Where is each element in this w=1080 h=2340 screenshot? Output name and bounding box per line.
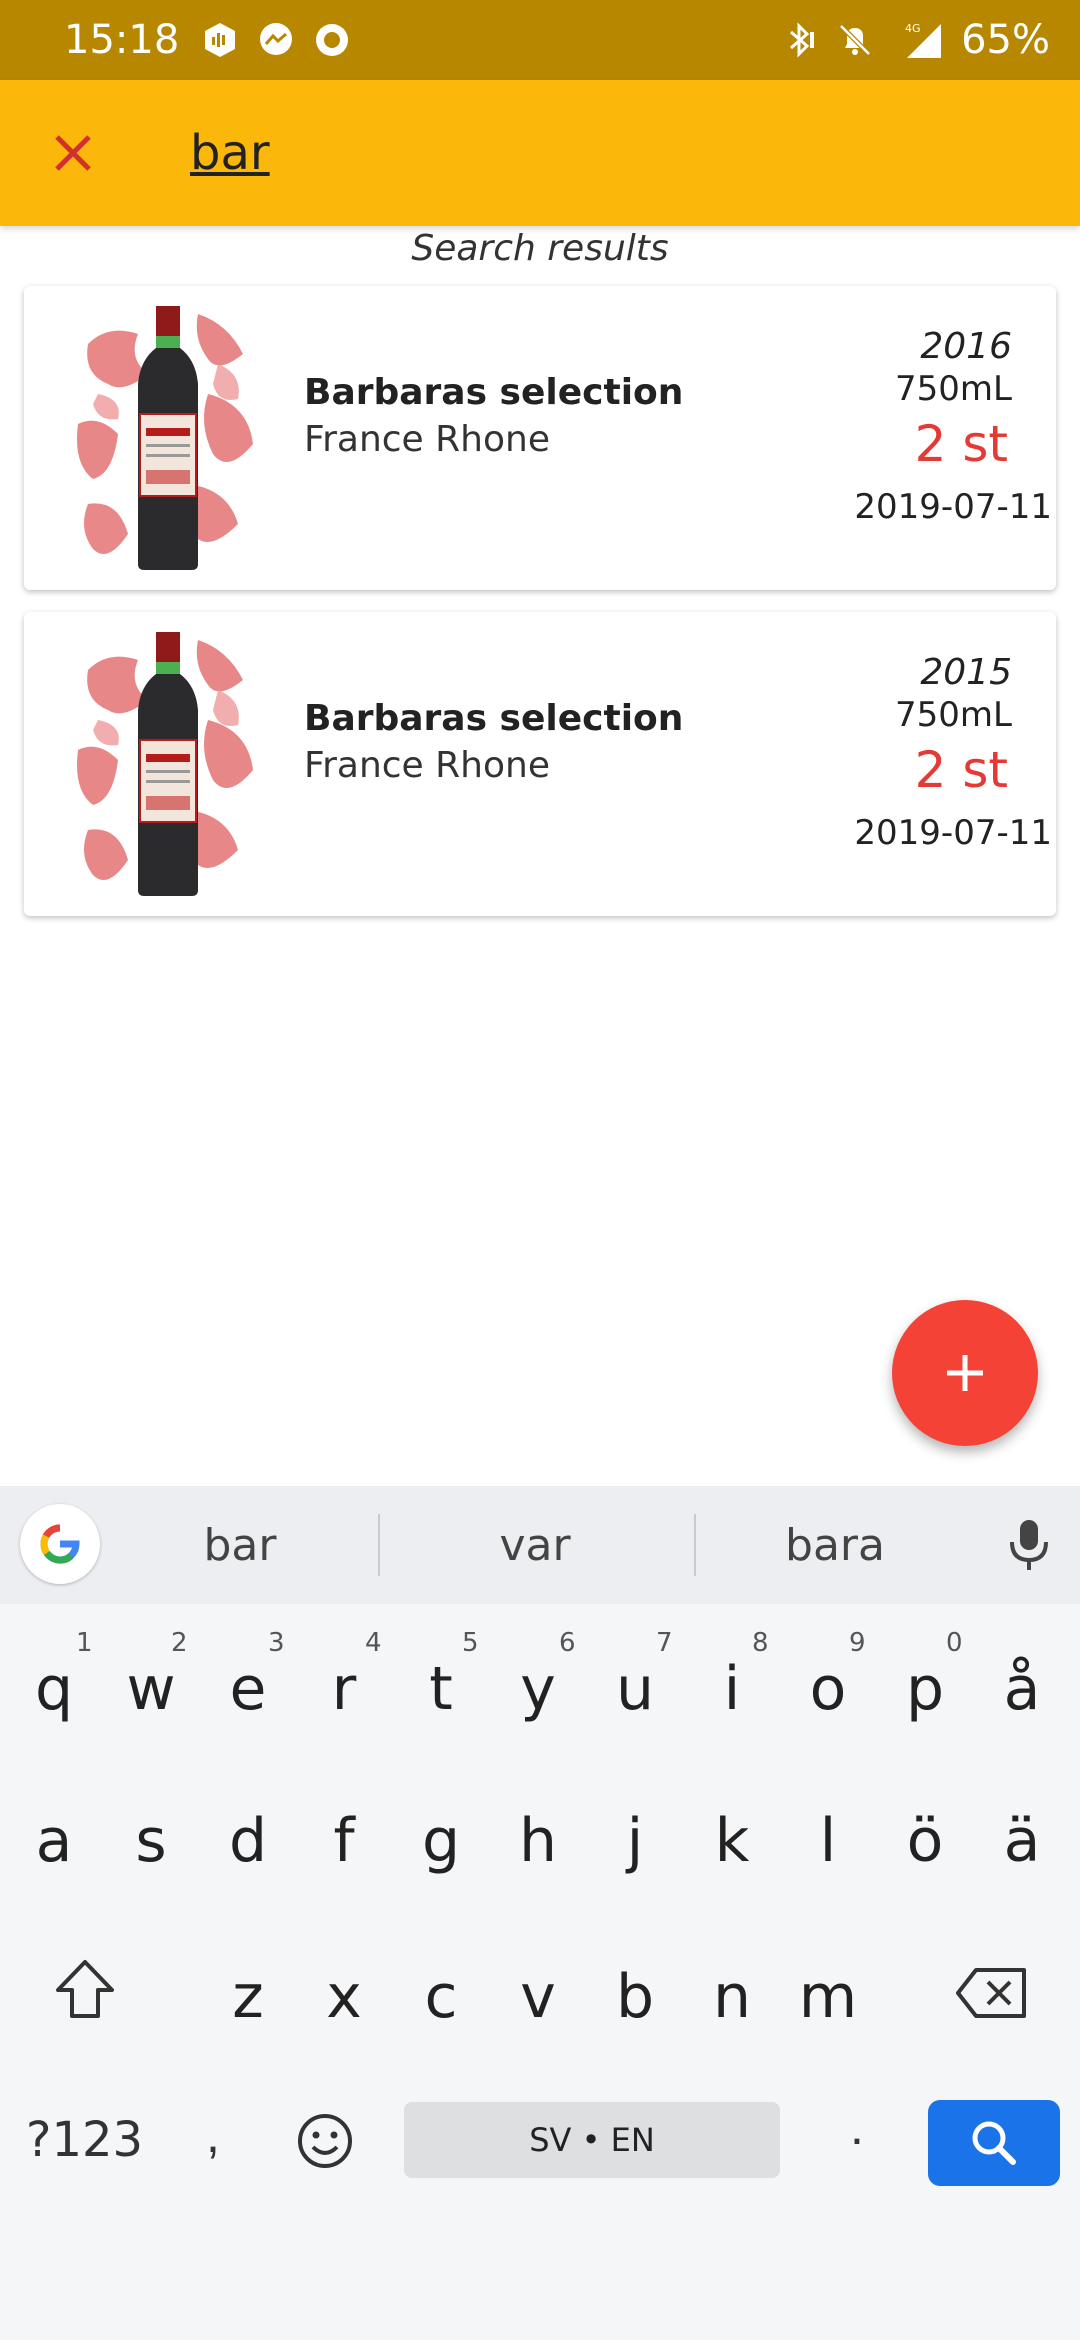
key-r[interactable]: r xyxy=(296,1654,392,1724)
wine-volume: 750mL xyxy=(895,369,1012,409)
wine-date: 2019-07-11 xyxy=(854,487,1052,527)
key-e[interactable]: e xyxy=(200,1654,296,1724)
key-hint: 6 xyxy=(559,1628,576,1658)
key-p[interactable]: p xyxy=(877,1654,973,1724)
period-key[interactable]: . xyxy=(850,2098,864,2156)
key-z[interactable]: z xyxy=(200,1962,296,2032)
key-å[interactable]: å xyxy=(974,1654,1070,1724)
wine-year: 2015 xyxy=(920,652,1012,693)
wine-name: Barbaras selection xyxy=(304,372,684,413)
suggestion-2[interactable]: var xyxy=(430,1486,640,1604)
key-t[interactable]: t xyxy=(393,1654,489,1724)
wine-volume: 750mL xyxy=(895,695,1012,735)
suggestion-bar: bar var bara xyxy=(0,1486,1080,1604)
suggestion-1[interactable]: bar xyxy=(130,1486,350,1604)
google-icon[interactable] xyxy=(20,1504,100,1584)
space-key[interactable]: SV • EN xyxy=(404,2102,780,2178)
search-key[interactable] xyxy=(928,2100,1060,2186)
add-wine-button[interactable] xyxy=(892,1300,1038,1446)
search-input[interactable] xyxy=(190,125,790,181)
key-hint: 8 xyxy=(752,1628,769,1658)
suggestion-divider xyxy=(378,1514,380,1576)
search-app-bar xyxy=(0,80,1080,226)
wine-card[interactable]: Barbaras selection France Rhone 2016 750… xyxy=(24,286,1056,590)
plus-icon xyxy=(947,1355,983,1391)
key-hint: 1 xyxy=(76,1628,93,1658)
key-q[interactable]: q xyxy=(6,1654,102,1724)
battery-percentage: 65% xyxy=(961,17,1050,63)
wine-region: France Rhone xyxy=(304,419,550,460)
wine-year: 2016 xyxy=(920,326,1012,367)
messenger-icon xyxy=(260,23,293,55)
svg-text:4G: 4G xyxy=(905,22,921,35)
key-v[interactable]: v xyxy=(490,1962,586,2032)
key-hint: 2 xyxy=(171,1628,188,1658)
wine-bottle-image xyxy=(77,306,253,570)
wine-region: France Rhone xyxy=(304,745,550,786)
key-g[interactable]: g xyxy=(393,1806,489,1876)
notification-icon xyxy=(205,23,236,57)
key-k[interactable]: k xyxy=(684,1806,780,1876)
key-h[interactable]: h xyxy=(490,1806,586,1876)
key-b[interactable]: b xyxy=(587,1962,683,2032)
key-ö[interactable]: ö xyxy=(877,1806,973,1876)
key-m[interactable]: m xyxy=(780,1962,876,2032)
key-l[interactable]: l xyxy=(780,1806,876,1876)
key-ä[interactable]: ä xyxy=(974,1806,1070,1876)
search-results-title: Search results xyxy=(411,228,669,269)
mute-icon xyxy=(839,24,871,56)
key-hint: 7 xyxy=(656,1628,673,1658)
emoji-icon[interactable] xyxy=(296,2112,354,2170)
key-y[interactable]: y xyxy=(490,1654,586,1724)
suggestion-3[interactable]: bara xyxy=(730,1486,940,1604)
key-n[interactable]: n xyxy=(684,1962,780,2032)
wine-count: 2 st xyxy=(914,415,1008,473)
key-hint: 9 xyxy=(849,1628,866,1658)
key-hint: 3 xyxy=(268,1628,285,1658)
comma-key[interactable]: , xyxy=(206,2106,220,2164)
key-d[interactable]: d xyxy=(200,1806,296,1876)
key-hint: 5 xyxy=(462,1628,479,1658)
search-icon xyxy=(972,2121,1016,2165)
wine-bottle-image xyxy=(77,632,253,896)
key-j[interactable]: j xyxy=(587,1806,683,1876)
backspace-icon[interactable] xyxy=(954,1966,1028,2020)
key-u[interactable]: u xyxy=(587,1654,683,1724)
close-icon xyxy=(55,135,91,171)
wine-count: 2 st xyxy=(914,741,1008,799)
suggestion-divider xyxy=(694,1514,696,1576)
status-bar: 15:18 4G 65% xyxy=(0,0,1080,80)
circle-app-icon xyxy=(316,24,349,56)
key-hint: 0 xyxy=(946,1628,963,1658)
symbols-key[interactable]: ?123 xyxy=(26,2112,143,2168)
signal-4g-icon: 4G xyxy=(905,22,942,58)
wine-date: 2019-07-11 xyxy=(854,813,1052,853)
microphone-icon[interactable] xyxy=(1004,1516,1054,1576)
shift-icon[interactable] xyxy=(50,1956,120,2022)
key-hint: 4 xyxy=(365,1628,382,1658)
close-search-button[interactable] xyxy=(0,80,146,226)
wine-name: Barbaras selection xyxy=(304,698,684,739)
bluetooth-icon xyxy=(790,22,815,58)
key-i[interactable]: i xyxy=(684,1654,780,1724)
key-c[interactable]: c xyxy=(393,1962,489,2032)
key-x[interactable]: x xyxy=(296,1962,392,2032)
key-a[interactable]: a xyxy=(6,1806,102,1876)
key-w[interactable]: w xyxy=(103,1654,199,1724)
key-f[interactable]: f xyxy=(296,1806,392,1876)
key-o[interactable]: o xyxy=(780,1654,876,1724)
key-s[interactable]: s xyxy=(103,1806,199,1876)
status-time: 15:18 xyxy=(64,17,180,63)
keyboard: bar var bara q w e r t y u i o p å 1 2 3… xyxy=(0,1486,1080,2340)
wine-card[interactable]: Barbaras selection France Rhone 2015 750… xyxy=(24,612,1056,916)
